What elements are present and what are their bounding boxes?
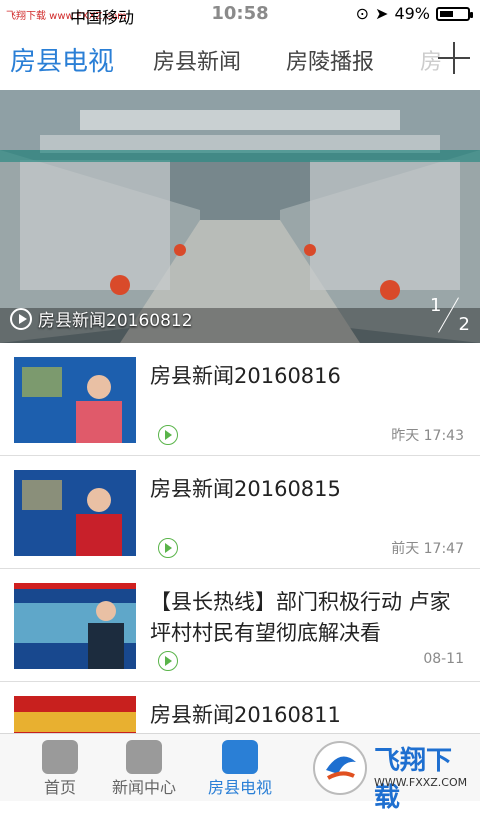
- play-icon[interactable]: [158, 538, 178, 558]
- hero-caption-text: 房县新闻20160812: [38, 311, 193, 331]
- logo-url: WWW.FXXZ.COM: [374, 776, 468, 789]
- news-title: 房县新闻20160815: [150, 477, 341, 501]
- play-icon: [10, 307, 32, 330]
- news-time: 08-11: [423, 651, 464, 667]
- hero-pager: 1 2: [430, 295, 470, 335]
- play-icon[interactable]: [158, 425, 178, 445]
- news-time: 前天 17:47: [391, 541, 464, 557]
- news-center-icon: [126, 740, 162, 774]
- add-channel-icon[interactable]: [434, 38, 474, 78]
- hero-banner[interactable]: 房县新闻20160812 1 2: [0, 90, 480, 343]
- status-bar: 飞翔下载 www.FXXZ.com 中国移动 10:58 ⊙ ➤ 49%: [0, 0, 480, 28]
- list-item[interactable]: 【县长热线】部门积极行动 卢家坪村村民有望彻底解决看 08-11: [0, 569, 480, 682]
- pager-total: 2: [458, 314, 470, 335]
- tab-fangling-broadcast[interactable]: 房陵播报: [286, 44, 374, 76]
- location-icon: ➤: [375, 4, 389, 23]
- hero-caption: 房县新闻20160812: [10, 306, 193, 331]
- news-title: 【县长热线】部门积极行动 卢家坪村村民有望彻底解决看: [150, 590, 451, 645]
- list-item[interactable]: 房县新闻20160811: [0, 682, 480, 733]
- list-item[interactable]: 房县新闻20160816 昨天 17:43: [0, 343, 480, 456]
- channel-tabs: 房县电视 房县新闻 房陵播报 房: [0, 28, 480, 91]
- watermark-logo: 飞翔下载 WWW.FXXZ.COM: [312, 740, 472, 813]
- home-icon: [42, 740, 78, 774]
- battery-percent: 49%: [394, 4, 430, 23]
- news-time: 昨天 17:43: [391, 428, 464, 444]
- news-thumbnail: [14, 583, 136, 669]
- news-title: 房县新闻20160816: [150, 364, 341, 388]
- pager-current: 1: [430, 295, 442, 316]
- tab-fangxian-tv[interactable]: 房县电视: [10, 41, 114, 78]
- nav-fangxian-tv-label: 房县电视: [207, 778, 272, 797]
- logo-icon: [313, 741, 367, 795]
- orientation-lock-icon: ⊙: [355, 4, 370, 23]
- battery-icon: [436, 6, 473, 21]
- news-thumbnail: [14, 357, 136, 443]
- news-title: 房县新闻20160811: [150, 703, 341, 727]
- news-thumbnail: [14, 470, 136, 556]
- bottom-nav: 首页 新闻中心 房县电视 飞翔下载 WWW.FXXZ.COM: [0, 733, 480, 813]
- nav-fangxian-tv[interactable]: 房县电视: [180, 734, 300, 801]
- play-icon[interactable]: [158, 651, 178, 671]
- news-thumbnail: [14, 696, 136, 733]
- list-item[interactable]: 房县新闻20160815 前天 17:47: [0, 456, 480, 569]
- tab-fangxian-news[interactable]: 房县新闻: [153, 44, 241, 76]
- status-right: ⊙ ➤ 49%: [355, 4, 473, 23]
- news-list: 房县新闻20160816 昨天 17:43 房县新闻20160815 前天 17…: [0, 343, 480, 733]
- tv-icon: [222, 740, 258, 774]
